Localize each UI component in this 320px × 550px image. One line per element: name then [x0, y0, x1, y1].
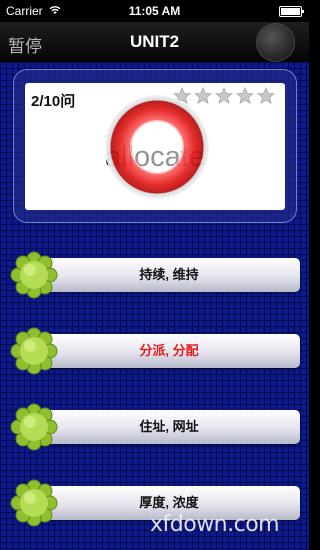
word-card: 2/10问 allocate [25, 83, 285, 210]
answer-label: 持续, 维持 [139, 267, 199, 282]
star-icon [194, 87, 212, 104]
answer-option[interactable]: 分派, 分配 [8, 325, 302, 377]
word-card-frame: 2/10问 allocate [13, 69, 297, 223]
target-ring-center [130, 120, 184, 174]
status-bar: Carrier 11:05 AM [0, 0, 309, 22]
answer-option[interactable]: 持续, 维持 [8, 249, 302, 301]
round-menu-button[interactable] [256, 23, 295, 62]
star-icon [257, 87, 275, 104]
nav-bar: 暂停 UNIT2 [0, 22, 309, 62]
clock: 11:05 AM [128, 4, 181, 18]
flower-icon [10, 403, 58, 451]
flower-icon [10, 479, 58, 527]
question-progress: 2/10问 [31, 93, 76, 110]
flower-icon [10, 251, 58, 299]
flower-icon [10, 327, 58, 375]
quiz-area: 2/10问 allocate 持续, 维持 [0, 62, 309, 550]
battery-icon [279, 6, 304, 17]
star-icon [215, 87, 233, 104]
answer-option[interactable]: 住址, 网址 [8, 401, 302, 453]
answer-label: 住址, 网址 [139, 419, 199, 434]
watermark: xfdown.com [150, 512, 280, 537]
star-rating [173, 87, 275, 105]
star-icon [236, 87, 254, 104]
answer-label-highlighted: 分派, 分配 [139, 343, 199, 358]
